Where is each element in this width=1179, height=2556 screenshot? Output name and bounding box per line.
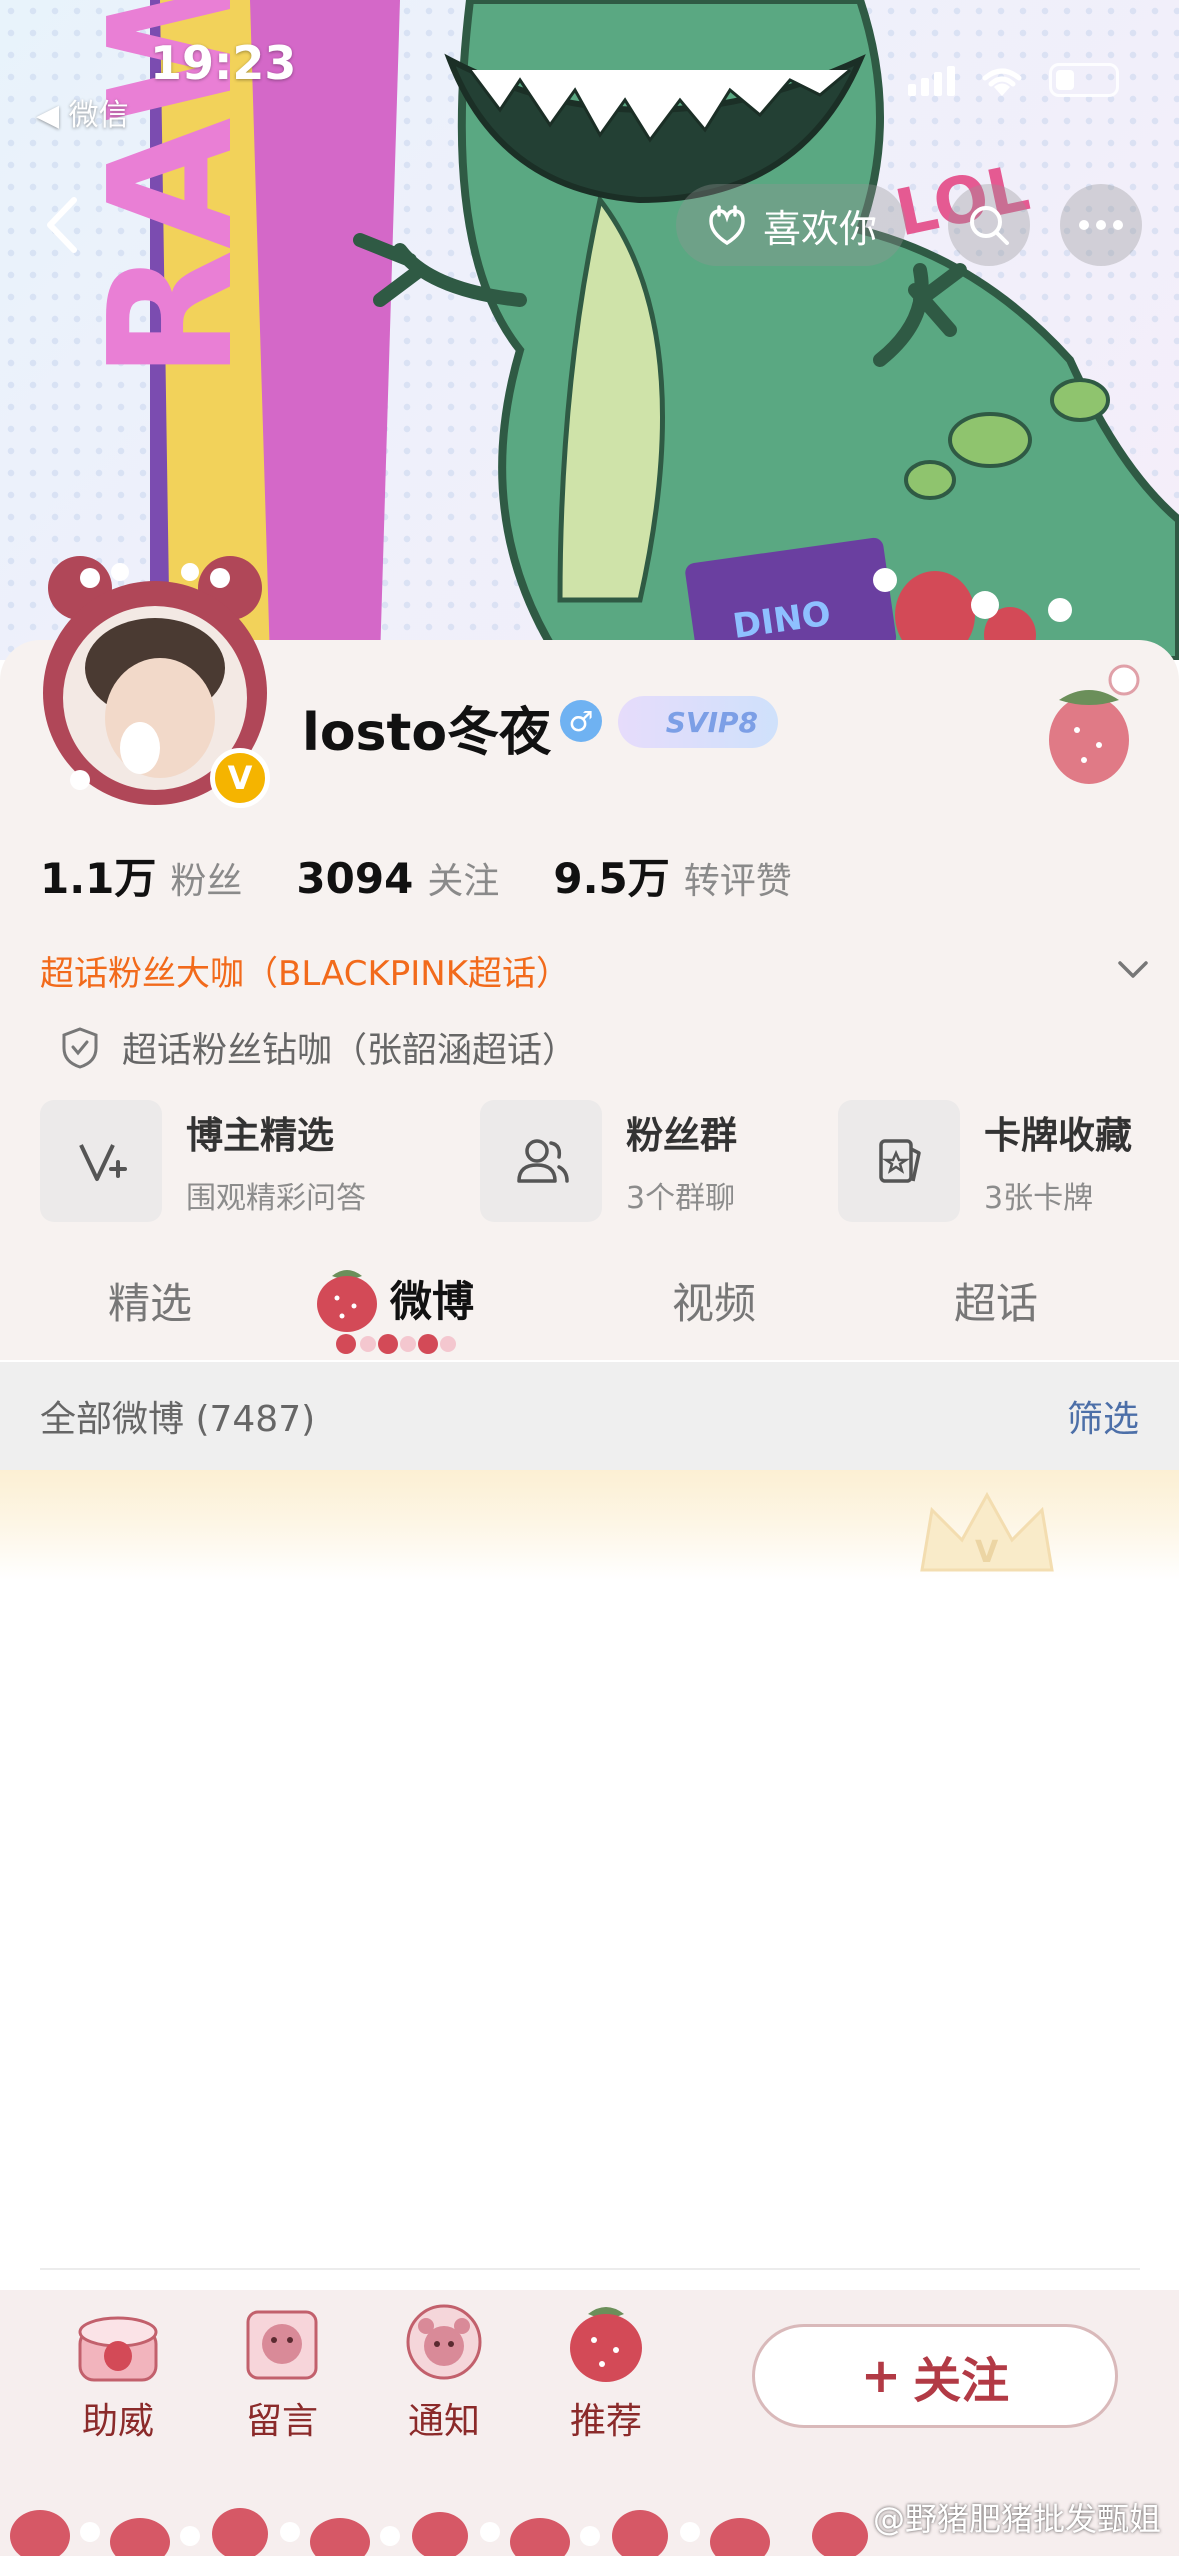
followers-label: 粉丝 (170, 861, 243, 902)
back-to-app-link[interactable]: ◀ 微信 (36, 90, 129, 134)
post-filter-bar: 全部微博 (7487) 筛选 (0, 1362, 1179, 1470)
tab-underline-decoration-icon (336, 1334, 456, 1354)
crown-icon: V (920, 1491, 1054, 1572)
strawberry-sticker-icon (1049, 664, 1140, 784)
notification-bear-icon (406, 2304, 482, 2380)
diamond-topic-row[interactable]: 超话粉丝钻咖（张韶涵超话） (60, 1022, 577, 1073)
super-topic-row[interactable]: 超话粉丝大咖（BLACKPINK超话） (40, 945, 1150, 995)
all-posts-count: 全部微博 (7487) (40, 1399, 316, 1440)
feature-shortcuts: 博主精选 围观精彩问答 粉丝群 3个群聊 卡牌收藏 3张卡牌 (40, 1100, 1150, 1222)
search-icon (970, 206, 1009, 245)
plus-icon: + (860, 2348, 902, 2404)
shield-icon (62, 1026, 98, 1069)
fan-group-entry[interactable]: 粉丝群 3个群聊 (480, 1100, 737, 1222)
followers-count[interactable]: 1.1万 (40, 845, 156, 906)
v-plus-icon (79, 1144, 127, 1181)
people-icon (517, 1139, 569, 1183)
gender-male-icon: ♂ (560, 700, 602, 742)
feature-title: 博主精选 (186, 1114, 334, 1157)
more-dots-icon (1079, 220, 1123, 230)
recommend-label: 推荐 (569, 2401, 642, 2442)
tab-weibo[interactable]: 微博 (312, 1262, 474, 1334)
card-star-icon (879, 1139, 921, 1183)
profile-name: losto冬夜 (302, 703, 552, 763)
notification-label: 通知 (407, 2401, 480, 2442)
filter-button[interactable]: 筛选 (1067, 1390, 1139, 1442)
more-options-button[interactable] (1060, 184, 1142, 266)
follow-label: 关注 (913, 2353, 1010, 2409)
profile-tabs: 精选 微博 视频 超话 (0, 1260, 1179, 1360)
status-bar: 19:23 ◀ 微信 (0, 0, 1179, 133)
likes-label: 转评赞 (683, 861, 792, 902)
cheer-button[interactable]: 助威 (58, 2300, 178, 2444)
feature-title: 卡牌收藏 (984, 1114, 1132, 1157)
like-you-label: 喜欢你 (762, 206, 877, 251)
cheer-label: 助威 (81, 2401, 154, 2442)
message-label: 留言 (245, 2401, 318, 2442)
search-button[interactable] (948, 184, 1030, 266)
feature-subtitle: 3个群聊 (626, 1181, 736, 1216)
recommend-button[interactable]: 推荐 (546, 2300, 666, 2444)
feature-subtitle: 围观精彩问答 (186, 1181, 366, 1216)
recommend-strawberry-icon (570, 2307, 642, 2382)
divider (40, 2268, 1140, 2270)
watermark: @野猪肥猪批发甄姐 (872, 2500, 1161, 2538)
following-count[interactable]: 3094 (296, 854, 413, 903)
tab-weibo-label: 微博 (390, 1276, 475, 1326)
strawberry-icon (317, 1270, 377, 1332)
feature-subtitle: 3张卡牌 (984, 1181, 1094, 1216)
diamond-topic-title: 超话粉丝钻咖（张韶涵超话） (122, 1031, 578, 1071)
blogger-picks-entry[interactable]: 博主精选 围观精彩问答 (40, 1100, 366, 1222)
likes-count[interactable]: 9.5万 (553, 845, 669, 906)
bottom-action-bar: 助威 留言 通知 推荐 + 关注 @野猪肥猪批发甄姐 (0, 2290, 1179, 2556)
avatar[interactable]: V (30, 548, 280, 808)
svg-text:V: V (975, 1535, 999, 1570)
tab-featured[interactable]: 精选 (108, 1270, 192, 1331)
svip-badge[interactable]: SVIP8 (618, 696, 778, 748)
verified-badge-icon: V (210, 748, 270, 808)
message-frame-icon (246, 2310, 318, 2380)
feature-title: 粉丝群 (626, 1114, 737, 1157)
follow-button[interactable]: + 关注 (752, 2324, 1118, 2428)
vip-gold-strip: V (0, 1470, 1179, 1580)
message-button[interactable]: 留言 (222, 2300, 342, 2444)
notification-button[interactable]: 通知 (384, 2300, 504, 2444)
profile-stats: 1.1万 粉丝 3094 关注 9.5万 转评赞 (40, 845, 846, 906)
wifi-icon (982, 68, 1022, 96)
chevron-down-icon[interactable] (1116, 953, 1150, 987)
card-collection-entry[interactable]: 卡牌收藏 3张卡牌 (838, 1100, 1132, 1222)
heart-hands-icon (709, 205, 745, 246)
battery-icon (1049, 63, 1119, 97)
super-topic-title: 超话粉丝大咖（BLACKPINK超话） (40, 953, 571, 994)
tab-video[interactable]: 视频 (672, 1270, 756, 1331)
following-label: 关注 (427, 861, 500, 902)
status-time: 19:23 (150, 36, 297, 90)
cheer-cake-icon (78, 2316, 158, 2382)
cellular-signal-icon (908, 64, 955, 96)
tab-super-topic[interactable]: 超话 (954, 1270, 1038, 1331)
like-you-button[interactable]: 喜欢你 (676, 184, 906, 266)
back-arrow-icon[interactable] (30, 190, 100, 260)
